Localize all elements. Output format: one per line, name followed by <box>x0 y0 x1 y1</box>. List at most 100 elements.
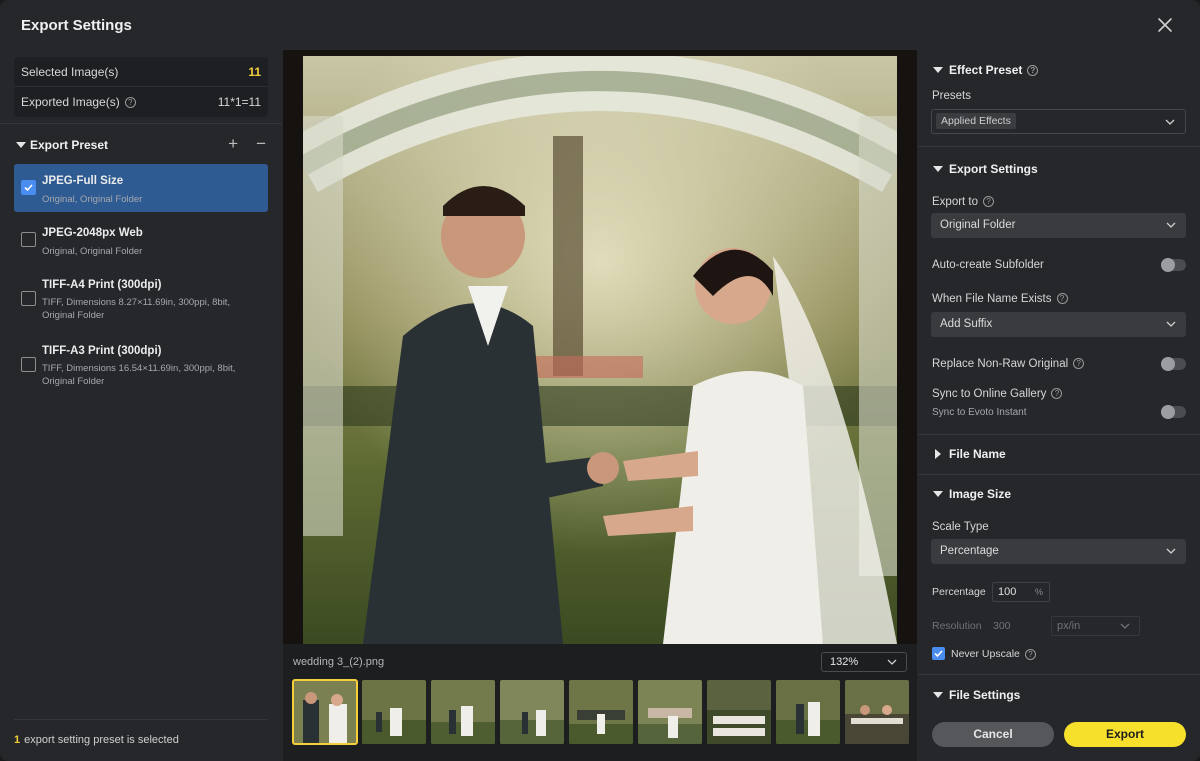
preset-name: TIFF-A4 Print (300dpi) <box>42 279 162 291</box>
when-exists-value: Add Suffix <box>940 318 993 330</box>
file-name-header[interactable]: File Name <box>933 447 1006 461</box>
export-preset-title: Export Preset <box>30 138 109 152</box>
preset-name: TIFF-A3 Print (300dpi) <box>42 345 162 357</box>
thumbnail-strip <box>292 679 909 745</box>
resolution-label: Resolution <box>932 620 982 632</box>
check-icon <box>24 184 33 192</box>
image-size-header[interactable]: Image Size <box>933 487 1011 501</box>
export-button[interactable]: Export <box>1064 722 1186 747</box>
auto-subfolder-toggle[interactable] <box>1161 258 1186 272</box>
export-to-value: Original Folder <box>940 219 1016 231</box>
remove-preset-button[interactable]: − <box>256 134 266 154</box>
export-settings-header[interactable]: Export Settings <box>933 162 1038 176</box>
effect-preset-header[interactable]: Effect Preset ? <box>933 63 1039 77</box>
resolution-unit-select[interactable]: px/in <box>1051 616 1140 636</box>
preset-item-jpeg-full-size[interactable]: JPEG-Full Size Original, Original Folder <box>14 164 268 212</box>
presets-label: Presets <box>932 90 971 102</box>
info-icon[interactable]: ? <box>1051 388 1063 400</box>
caret-right-icon <box>935 449 941 459</box>
export-settings-dialog: Export Settings Selected Image(s) 11 Exp… <box>0 0 1200 761</box>
export-settings-title: Export Settings <box>949 162 1038 176</box>
percentage-unit: % <box>1034 587 1043 597</box>
sync-gallery-sub: Sync to Evoto Instant <box>932 407 1027 418</box>
preset-checkbox[interactable] <box>21 232 36 247</box>
file-info-bar: wedding 3_(2).png 132% <box>283 644 917 678</box>
zoom-select[interactable]: 132% <box>821 652 907 672</box>
info-icon[interactable]: ? <box>1073 358 1085 370</box>
selection-status: 1 export setting preset is selected <box>14 734 179 746</box>
exported-images-row: Exported Image(s)? 11*1=11 <box>14 87 268 117</box>
preset-description: TIFF, Dimensions 16.54×11.69in, 300ppi, … <box>42 363 236 387</box>
divider <box>918 434 1200 435</box>
auto-subfolder-label: Auto-create Subfolder <box>932 259 1044 271</box>
thumbnail[interactable] <box>776 680 840 744</box>
info-icon[interactable]: ? <box>124 97 136 109</box>
when-exists-label: When File Name Exists? <box>932 293 1068 305</box>
preset-description: Original, Original Folder <box>42 246 143 257</box>
close-icon <box>1158 18 1172 32</box>
thumbnail[interactable] <box>707 680 771 744</box>
file-settings-title: File Settings <box>949 688 1021 702</box>
never-upscale-checkbox[interactable] <box>932 647 945 660</box>
thumbnail[interactable] <box>362 680 426 744</box>
close-button[interactable] <box>1154 14 1176 36</box>
preset-item-tiff-a3-print[interactable]: TIFF-A3 Print (300dpi) TIFF, Dimensions … <box>14 338 268 394</box>
info-icon[interactable]: ? <box>1024 648 1036 660</box>
info-icon[interactable]: ? <box>1027 64 1039 76</box>
scale-type-value: Percentage <box>940 545 999 557</box>
cancel-button[interactable]: Cancel <box>932 722 1054 747</box>
percentage-label: Percentage <box>932 586 986 598</box>
divider <box>918 674 1200 675</box>
preset-checkbox[interactable] <box>21 291 36 306</box>
thumbnail[interactable] <box>845 680 909 744</box>
file-name-title: File Name <box>949 447 1006 461</box>
thumbnail[interactable] <box>431 680 495 744</box>
sync-gallery-text: Sync to Online Gallery <box>932 388 1047 400</box>
wedding-photo <box>303 56 897 644</box>
preset-item-tiff-a4-print[interactable]: TIFF-A4 Print (300dpi) TIFF, Dimensions … <box>14 272 268 328</box>
when-exists-select[interactable]: Add Suffix <box>931 312 1186 337</box>
export-to-select[interactable]: Original Folder <box>931 213 1186 238</box>
replace-nonraw-toggle[interactable] <box>1161 357 1186 371</box>
caret-down-icon <box>933 692 943 698</box>
percentage-input[interactable]: 100 % <box>992 582 1050 602</box>
chevron-down-icon <box>1166 222 1176 228</box>
zoom-value: 132% <box>830 656 859 668</box>
caret-down-icon <box>16 142 26 148</box>
percentage-value: 100 <box>998 586 1017 598</box>
sync-gallery-label: Sync to Online Gallery? <box>932 388 1063 400</box>
presets-select[interactable]: Applied Effects <box>931 109 1186 134</box>
export-to-label: Export to? <box>932 196 995 208</box>
image-stats: Selected Image(s) 11 Exported Image(s)? … <box>14 57 268 117</box>
selected-images-row: Selected Image(s) 11 <box>14 57 268 87</box>
preset-name: JPEG-2048px Web <box>42 227 143 239</box>
sync-gallery-toggle[interactable] <box>1161 405 1186 419</box>
add-preset-button[interactable]: + <box>228 134 238 154</box>
chevron-down-icon <box>887 659 897 665</box>
divider <box>14 719 268 720</box>
preset-checkbox[interactable] <box>21 357 36 372</box>
chevron-down-icon <box>1166 321 1176 327</box>
thumbnail[interactable] <box>292 679 358 745</box>
thumbnail[interactable] <box>638 680 702 744</box>
replace-nonraw-label: Replace Non-Raw Original? <box>932 358 1085 370</box>
file-settings-header[interactable]: File Settings <box>933 688 1020 702</box>
export-preset-header[interactable]: Export Preset + − <box>16 134 268 154</box>
selection-status-text: export setting preset is selected <box>24 734 179 746</box>
caret-down-icon <box>933 67 943 73</box>
preset-item-jpeg-2048px-web[interactable]: JPEG-2048px Web Original, Original Folde… <box>14 220 268 264</box>
preset-description: Original, Original Folder <box>42 194 143 205</box>
scale-type-select[interactable]: Percentage <box>931 539 1186 564</box>
image-preview[interactable] <box>283 50 917 644</box>
preset-checkbox[interactable] <box>21 180 36 195</box>
divider <box>918 146 1200 147</box>
thumbnail[interactable] <box>500 680 564 744</box>
selection-count: 1 <box>14 734 21 746</box>
info-icon[interactable]: ? <box>983 196 995 208</box>
info-icon[interactable]: ? <box>1056 293 1068 305</box>
caret-down-icon <box>933 491 943 497</box>
divider <box>918 474 1200 475</box>
left-panel: Selected Image(s) 11 Exported Image(s)? … <box>0 50 282 761</box>
thumbnail[interactable] <box>569 680 633 744</box>
preset-description: TIFF, Dimensions 8.27×11.69in, 300ppi, 8… <box>42 297 231 321</box>
